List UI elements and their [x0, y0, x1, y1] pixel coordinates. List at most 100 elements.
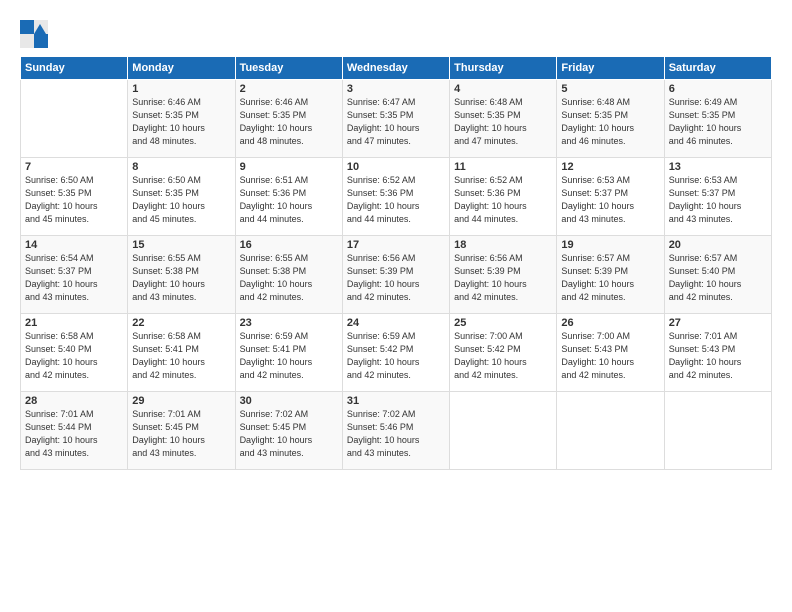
calendar-cell: 24Sunrise: 6:59 AM Sunset: 5:42 PM Dayli… [342, 314, 449, 392]
calendar-cell: 19Sunrise: 6:57 AM Sunset: 5:39 PM Dayli… [557, 236, 664, 314]
day-info: Sunrise: 6:55 AM Sunset: 5:38 PM Dayligh… [132, 252, 230, 304]
calendar-table: SundayMondayTuesdayWednesdayThursdayFrid… [20, 56, 772, 470]
day-number: 11 [454, 161, 552, 173]
day-info: Sunrise: 6:49 AM Sunset: 5:35 PM Dayligh… [669, 96, 767, 148]
day-number: 21 [25, 317, 123, 329]
day-number: 19 [561, 239, 659, 251]
day-number: 3 [347, 83, 445, 95]
day-info: Sunrise: 6:57 AM Sunset: 5:40 PM Dayligh… [669, 252, 767, 304]
calendar-week-4: 21Sunrise: 6:58 AM Sunset: 5:40 PM Dayli… [21, 314, 772, 392]
weekday-header-monday: Monday [128, 57, 235, 80]
calendar-header-row: SundayMondayTuesdayWednesdayThursdayFrid… [21, 57, 772, 80]
calendar-page: SundayMondayTuesdayWednesdayThursdayFrid… [0, 0, 792, 612]
day-number: 18 [454, 239, 552, 251]
calendar-cell: 2Sunrise: 6:46 AM Sunset: 5:35 PM Daylig… [235, 80, 342, 158]
day-info: Sunrise: 6:53 AM Sunset: 5:37 PM Dayligh… [669, 174, 767, 226]
day-number: 14 [25, 239, 123, 251]
day-info: Sunrise: 7:01 AM Sunset: 5:45 PM Dayligh… [132, 408, 230, 460]
calendar-cell: 6Sunrise: 6:49 AM Sunset: 5:35 PM Daylig… [664, 80, 771, 158]
calendar-cell: 30Sunrise: 7:02 AM Sunset: 5:45 PM Dayli… [235, 392, 342, 470]
calendar-cell: 26Sunrise: 7:00 AM Sunset: 5:43 PM Dayli… [557, 314, 664, 392]
day-info: Sunrise: 6:56 AM Sunset: 5:39 PM Dayligh… [454, 252, 552, 304]
day-number: 24 [347, 317, 445, 329]
calendar-cell: 8Sunrise: 6:50 AM Sunset: 5:35 PM Daylig… [128, 158, 235, 236]
calendar-cell [664, 392, 771, 470]
day-number: 7 [25, 161, 123, 173]
day-info: Sunrise: 6:59 AM Sunset: 5:42 PM Dayligh… [347, 330, 445, 382]
calendar-cell: 13Sunrise: 6:53 AM Sunset: 5:37 PM Dayli… [664, 158, 771, 236]
weekday-header-sunday: Sunday [21, 57, 128, 80]
day-info: Sunrise: 6:55 AM Sunset: 5:38 PM Dayligh… [240, 252, 338, 304]
day-info: Sunrise: 6:57 AM Sunset: 5:39 PM Dayligh… [561, 252, 659, 304]
day-info: Sunrise: 6:50 AM Sunset: 5:35 PM Dayligh… [132, 174, 230, 226]
header [20, 16, 772, 48]
calendar-cell: 18Sunrise: 6:56 AM Sunset: 5:39 PM Dayli… [450, 236, 557, 314]
day-number: 13 [669, 161, 767, 173]
day-number: 17 [347, 239, 445, 251]
day-info: Sunrise: 7:00 AM Sunset: 5:43 PM Dayligh… [561, 330, 659, 382]
day-number: 8 [132, 161, 230, 173]
calendar-cell: 15Sunrise: 6:55 AM Sunset: 5:38 PM Dayli… [128, 236, 235, 314]
logo-icon [20, 20, 48, 48]
day-info: Sunrise: 6:53 AM Sunset: 5:37 PM Dayligh… [561, 174, 659, 226]
day-number: 31 [347, 395, 445, 407]
day-info: Sunrise: 7:01 AM Sunset: 5:43 PM Dayligh… [669, 330, 767, 382]
day-number: 2 [240, 83, 338, 95]
calendar-cell: 17Sunrise: 6:56 AM Sunset: 5:39 PM Dayli… [342, 236, 449, 314]
calendar-cell: 4Sunrise: 6:48 AM Sunset: 5:35 PM Daylig… [450, 80, 557, 158]
day-info: Sunrise: 6:46 AM Sunset: 5:35 PM Dayligh… [132, 96, 230, 148]
day-info: Sunrise: 6:52 AM Sunset: 5:36 PM Dayligh… [347, 174, 445, 226]
day-info: Sunrise: 7:00 AM Sunset: 5:42 PM Dayligh… [454, 330, 552, 382]
calendar-cell: 16Sunrise: 6:55 AM Sunset: 5:38 PM Dayli… [235, 236, 342, 314]
calendar-body: 1Sunrise: 6:46 AM Sunset: 5:35 PM Daylig… [21, 80, 772, 470]
day-number: 25 [454, 317, 552, 329]
day-number: 27 [669, 317, 767, 329]
calendar-cell: 29Sunrise: 7:01 AM Sunset: 5:45 PM Dayli… [128, 392, 235, 470]
calendar-week-1: 1Sunrise: 6:46 AM Sunset: 5:35 PM Daylig… [21, 80, 772, 158]
day-info: Sunrise: 6:58 AM Sunset: 5:41 PM Dayligh… [132, 330, 230, 382]
day-info: Sunrise: 6:46 AM Sunset: 5:35 PM Dayligh… [240, 96, 338, 148]
day-number: 12 [561, 161, 659, 173]
day-info: Sunrise: 6:50 AM Sunset: 5:35 PM Dayligh… [25, 174, 123, 226]
calendar-cell: 9Sunrise: 6:51 AM Sunset: 5:36 PM Daylig… [235, 158, 342, 236]
day-info: Sunrise: 6:51 AM Sunset: 5:36 PM Dayligh… [240, 174, 338, 226]
calendar-cell: 14Sunrise: 6:54 AM Sunset: 5:37 PM Dayli… [21, 236, 128, 314]
day-info: Sunrise: 7:01 AM Sunset: 5:44 PM Dayligh… [25, 408, 123, 460]
day-number: 4 [454, 83, 552, 95]
calendar-cell: 31Sunrise: 7:02 AM Sunset: 5:46 PM Dayli… [342, 392, 449, 470]
day-number: 1 [132, 83, 230, 95]
calendar-cell: 10Sunrise: 6:52 AM Sunset: 5:36 PM Dayli… [342, 158, 449, 236]
day-info: Sunrise: 6:47 AM Sunset: 5:35 PM Dayligh… [347, 96, 445, 148]
calendar-cell [21, 80, 128, 158]
logo [20, 20, 50, 48]
calendar-cell: 3Sunrise: 6:47 AM Sunset: 5:35 PM Daylig… [342, 80, 449, 158]
calendar-cell: 1Sunrise: 6:46 AM Sunset: 5:35 PM Daylig… [128, 80, 235, 158]
day-number: 6 [669, 83, 767, 95]
day-number: 9 [240, 161, 338, 173]
day-info: Sunrise: 6:59 AM Sunset: 5:41 PM Dayligh… [240, 330, 338, 382]
day-info: Sunrise: 6:54 AM Sunset: 5:37 PM Dayligh… [25, 252, 123, 304]
day-number: 28 [25, 395, 123, 407]
day-number: 22 [132, 317, 230, 329]
day-info: Sunrise: 6:56 AM Sunset: 5:39 PM Dayligh… [347, 252, 445, 304]
calendar-cell: 23Sunrise: 6:59 AM Sunset: 5:41 PM Dayli… [235, 314, 342, 392]
day-info: Sunrise: 6:58 AM Sunset: 5:40 PM Dayligh… [25, 330, 123, 382]
weekday-header-wednesday: Wednesday [342, 57, 449, 80]
day-info: Sunrise: 7:02 AM Sunset: 5:46 PM Dayligh… [347, 408, 445, 460]
day-number: 26 [561, 317, 659, 329]
calendar-cell: 22Sunrise: 6:58 AM Sunset: 5:41 PM Dayli… [128, 314, 235, 392]
day-number: 10 [347, 161, 445, 173]
calendar-week-5: 28Sunrise: 7:01 AM Sunset: 5:44 PM Dayli… [21, 392, 772, 470]
day-info: Sunrise: 6:52 AM Sunset: 5:36 PM Dayligh… [454, 174, 552, 226]
calendar-cell: 7Sunrise: 6:50 AM Sunset: 5:35 PM Daylig… [21, 158, 128, 236]
day-number: 29 [132, 395, 230, 407]
calendar-cell: 25Sunrise: 7:00 AM Sunset: 5:42 PM Dayli… [450, 314, 557, 392]
calendar-cell: 28Sunrise: 7:01 AM Sunset: 5:44 PM Dayli… [21, 392, 128, 470]
calendar-cell [450, 392, 557, 470]
calendar-cell: 27Sunrise: 7:01 AM Sunset: 5:43 PM Dayli… [664, 314, 771, 392]
weekday-header-saturday: Saturday [664, 57, 771, 80]
day-number: 23 [240, 317, 338, 329]
calendar-cell: 21Sunrise: 6:58 AM Sunset: 5:40 PM Dayli… [21, 314, 128, 392]
calendar-cell: 20Sunrise: 6:57 AM Sunset: 5:40 PM Dayli… [664, 236, 771, 314]
calendar-week-2: 7Sunrise: 6:50 AM Sunset: 5:35 PM Daylig… [21, 158, 772, 236]
